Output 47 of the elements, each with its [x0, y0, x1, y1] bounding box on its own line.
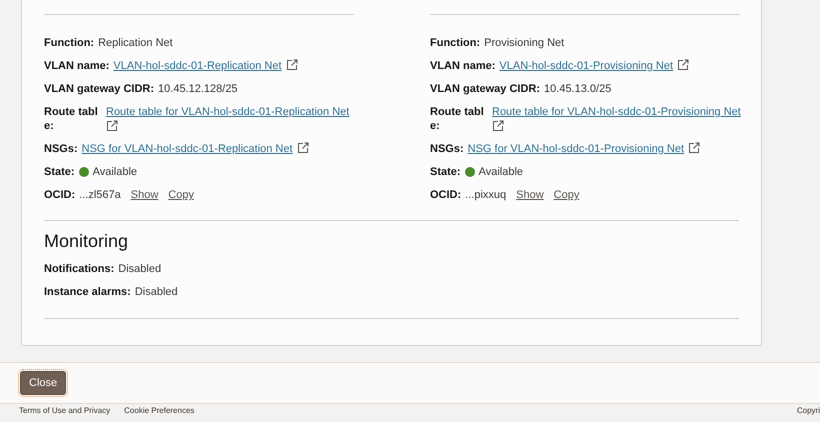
field-label: Instance alarms:: [44, 285, 131, 299]
route-table-link[interactable]: Route table for VLAN-hol-sddc-01-Provisioning Net: [492, 105, 741, 119]
field-label: VLAN gateway CIDR:: [44, 82, 154, 96]
footer-link[interactable]: Terms of Use and Privacy: [19, 406, 110, 416]
field-value: Available: [478, 165, 524, 179]
field-label: Notifications:: [44, 262, 114, 276]
field-value: Disabled: [134, 285, 178, 299]
field-value: ...zl567a: [79, 188, 121, 202]
copy-link[interactable]: Copy: [168, 188, 194, 202]
field-label: OCID:: [430, 188, 462, 202]
external-link-icon: [106, 120, 118, 132]
copyright-text: Copyri: [796, 406, 820, 416]
field-label: Route tabl e:: [44, 105, 99, 133]
field-label: VLAN gateway CIDR:: [430, 82, 540, 96]
footer-link[interactable]: Cookie Preferences: [124, 406, 194, 416]
field-label: VLAN name:: [44, 59, 110, 73]
external-link-icon: [286, 59, 298, 71]
field-label: Route tabl e:: [430, 105, 485, 133]
field-value: 10.45.13.0/25: [544, 82, 612, 96]
field-label: Function:: [430, 36, 480, 50]
field-label: State:: [44, 165, 75, 179]
field-label: OCID:: [44, 188, 76, 202]
field-value: Disabled: [118, 262, 162, 276]
section-heading: Monitoring: [44, 231, 130, 252]
external-link-icon: [296, 142, 309, 154]
external-link-icon: [677, 59, 690, 71]
copy-link[interactable]: Copy: [554, 188, 580, 202]
field-value: Provisioning Net: [484, 36, 564, 50]
field-value: 10.45.12.128/25: [158, 82, 238, 96]
show-link[interactable]: Show: [130, 188, 158, 202]
field-label: Function:: [44, 36, 94, 50]
field-value: Available: [92, 165, 138, 179]
field-label: State:: [430, 165, 461, 179]
external-link-icon: [688, 142, 700, 154]
route-table-link[interactable]: Route table for VLAN-hol-sddc-01-Replication Net: [106, 105, 350, 119]
field-value: Replication Net: [98, 36, 173, 50]
vlan-link[interactable]: VLAN-hol-sddc-01-Replication Net: [113, 59, 282, 73]
show-link[interactable]: Show: [516, 188, 544, 202]
close-button[interactable]: Close: [20, 371, 66, 395]
nsg-link[interactable]: NSG for VLAN-hol-sddc-01-Provisioning Net: [468, 142, 684, 156]
external-link-icon: [492, 120, 504, 132]
field-label: NSGs:: [44, 142, 78, 156]
field-label: VLAN name:: [430, 59, 496, 73]
field-label: NSGs:: [430, 142, 464, 156]
vlan-link[interactable]: VLAN-hol-sddc-01-Provisioning Net: [499, 59, 674, 73]
nsg-link[interactable]: NSG for VLAN-hol-sddc-01-Replication Net: [82, 142, 293, 156]
field-value: ...pixxuq: [465, 188, 506, 202]
